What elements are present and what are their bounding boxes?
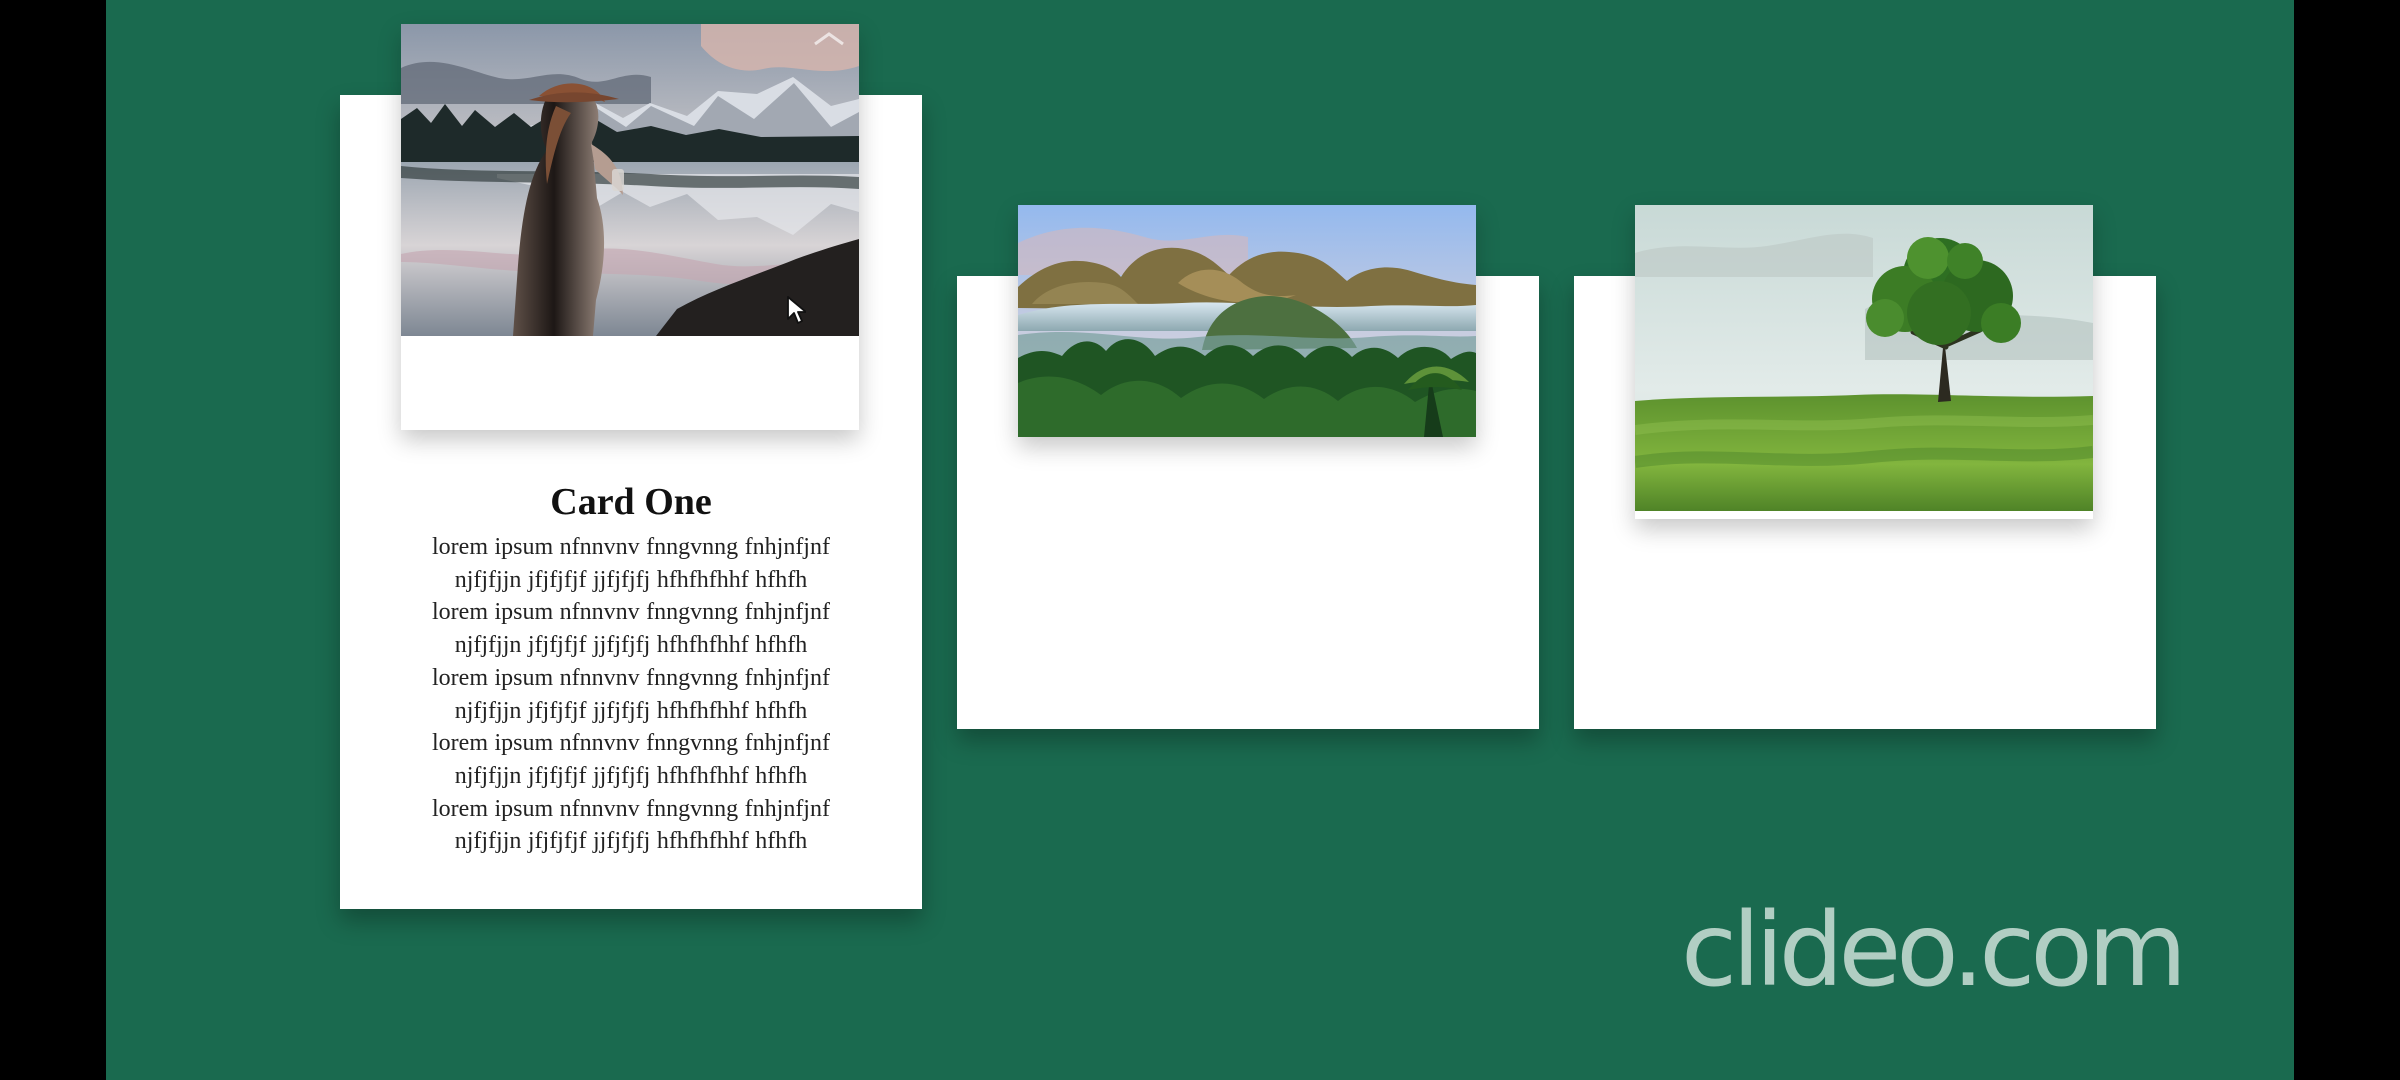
card-three-image-frame	[1635, 205, 2093, 519]
cursor-icon	[787, 296, 806, 324]
card-one-title: Card One	[550, 481, 712, 523]
clideo-watermark: clideo.com	[1681, 891, 2187, 1010]
page-canvas: Card One lorem ipsum nfnnvnv fnngvnng fn…	[106, 0, 2294, 1080]
woman-lake-image	[401, 24, 859, 336]
card-three[interactable]	[1574, 205, 2156, 729]
card-two-image-frame	[1018, 205, 1476, 437]
card-one[interactable]: Card One lorem ipsum nfnnvnv fnngvnng fn…	[340, 24, 922, 909]
tree-on-grass-image	[1635, 205, 2093, 511]
card-one-image-frame	[401, 24, 859, 430]
card-one-body: lorem ipsum nfnnvnv fnngvnng fnhjnfjnf n…	[432, 534, 830, 855]
forest-valley-image	[1018, 205, 1476, 437]
card-two[interactable]	[957, 205, 1539, 729]
